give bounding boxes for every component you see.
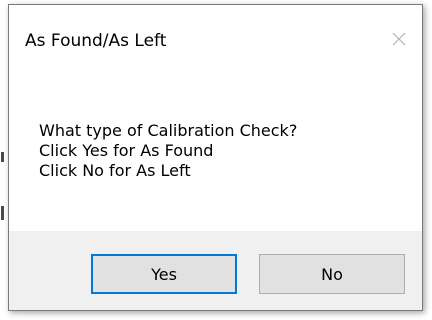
close-icon xyxy=(392,32,406,46)
dialog-body: What type of Calibration Check? Click Ye… xyxy=(9,65,422,231)
message-line: Click No for As Left xyxy=(39,161,191,180)
background-text-fragment xyxy=(1,152,4,162)
dialog-button-bar: Yes No xyxy=(9,231,422,310)
background-text-fragment xyxy=(1,206,4,220)
message-line: What type of Calibration Check? xyxy=(39,121,298,140)
dialog-message: What type of Calibration Check? Click Ye… xyxy=(39,121,297,181)
no-button[interactable]: No xyxy=(259,254,405,294)
dialog-title: As Found/As Left xyxy=(25,31,167,51)
message-line: Click Yes for As Found xyxy=(39,141,214,160)
as-found-as-left-dialog: As Found/As Left What type of Calibratio… xyxy=(8,4,423,311)
dialog-title-bar[interactable]: As Found/As Left xyxy=(9,5,422,65)
yes-button[interactable]: Yes xyxy=(91,254,237,294)
close-button[interactable] xyxy=(376,19,422,59)
